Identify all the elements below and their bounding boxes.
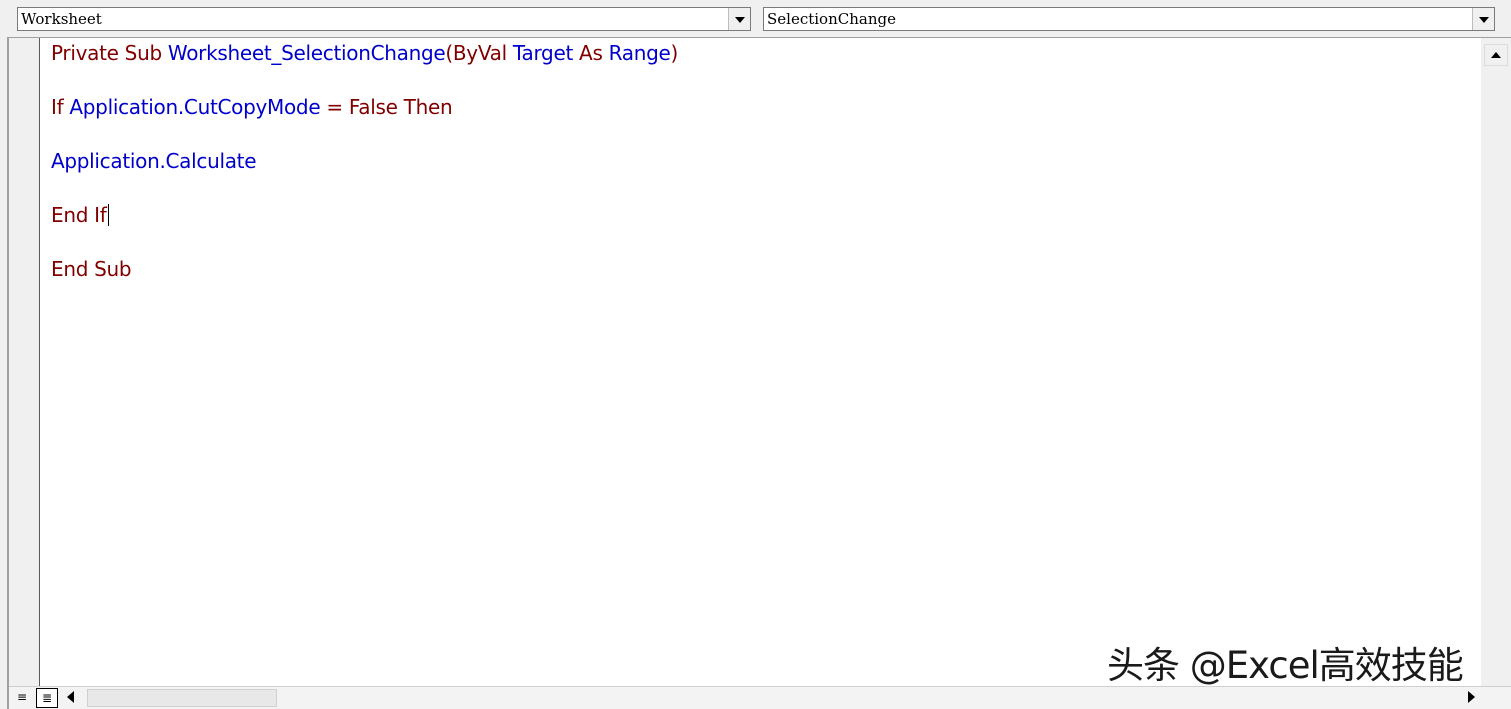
keyword-token: If bbox=[51, 95, 70, 119]
type-token: Range bbox=[608, 41, 671, 65]
vertical-scrollbar[interactable] bbox=[1481, 38, 1511, 686]
object-combobox-value: Worksheet bbox=[21, 10, 102, 28]
keyword-token: False Then bbox=[348, 95, 453, 119]
code-line-4[interactable]: End If bbox=[51, 203, 109, 227]
keyword-token: End If bbox=[51, 203, 107, 227]
keyword-token: As bbox=[573, 41, 609, 65]
parameter-token: Target bbox=[512, 41, 573, 65]
full-module-view-button[interactable]: ≣ bbox=[36, 688, 58, 708]
bottom-bar: ≡ ≣ bbox=[9, 686, 1511, 709]
keyword-token: Private Sub bbox=[51, 41, 168, 65]
keyword-token: End Sub bbox=[51, 257, 132, 281]
punctuation-token: ) bbox=[670, 41, 679, 65]
procedure-combobox-value: SelectionChange bbox=[767, 10, 896, 28]
arrow-up-icon[interactable] bbox=[1484, 44, 1508, 66]
procedure-name-token: Worksheet_SelectionChange bbox=[167, 41, 446, 65]
operator-token: = bbox=[320, 95, 349, 119]
object-combobox[interactable]: Worksheet bbox=[17, 7, 751, 31]
identifier-token: Application.Calculate bbox=[51, 149, 257, 173]
procedure-combobox[interactable]: SelectionChange bbox=[763, 7, 1495, 31]
watermark-text: 头条 @Excel高效技能 bbox=[1107, 644, 1464, 687]
code-line-5[interactable]: End Sub bbox=[51, 257, 132, 281]
procedure-view-button[interactable]: ≡ bbox=[11, 688, 33, 708]
code-editor[interactable]: Private Sub Worksheet_SelectionChange(By… bbox=[41, 38, 1481, 686]
keyword-token: (ByVal bbox=[445, 41, 513, 65]
margin-indicator-bar[interactable] bbox=[9, 38, 40, 686]
code-line-2[interactable]: If Application.CutCopyMode = False Then bbox=[51, 95, 453, 119]
code-line-3[interactable]: Application.Calculate bbox=[51, 149, 257, 173]
arrow-left-icon[interactable] bbox=[67, 691, 74, 703]
chevron-down-icon[interactable] bbox=[1472, 8, 1494, 30]
code-window-toolbar: Worksheet SelectionChange bbox=[0, 0, 1511, 37]
code-line-1[interactable]: Private Sub Worksheet_SelectionChange(By… bbox=[51, 41, 678, 65]
text-caret bbox=[107, 204, 109, 226]
chevron-down-icon[interactable] bbox=[728, 8, 750, 30]
identifier-token: Application.CutCopyMode bbox=[69, 95, 321, 119]
arrow-right-icon[interactable] bbox=[1468, 691, 1475, 703]
horizontal-scroll-thumb[interactable] bbox=[87, 689, 277, 707]
